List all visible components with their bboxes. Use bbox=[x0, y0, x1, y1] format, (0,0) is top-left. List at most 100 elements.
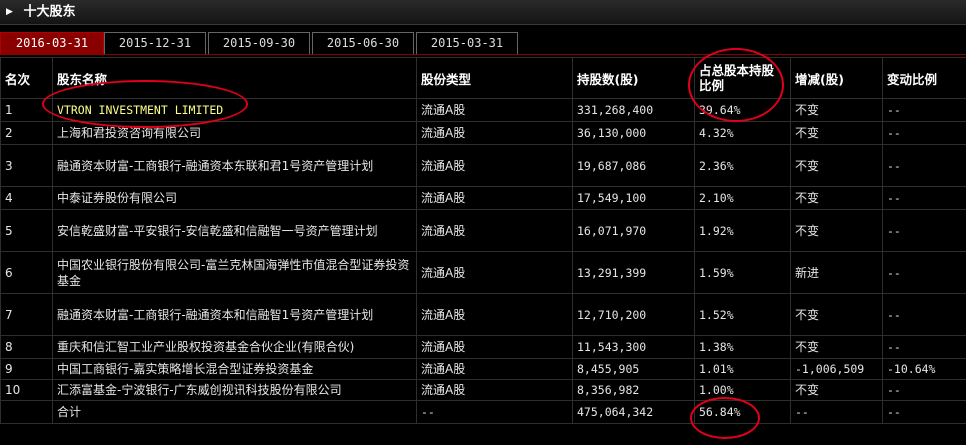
section-header[interactable]: ▶ 十大股东 bbox=[0, 0, 966, 25]
change-ratio-cell: -- bbox=[882, 209, 966, 252]
shares-cell: 19,687,086 bbox=[572, 144, 695, 187]
total-row: 合计 -- 475,064,342 56.84% -- -- bbox=[0, 400, 966, 424]
ratio-cell: 1.38% bbox=[694, 335, 791, 359]
table-row[interactable]: 5 安信乾盛财富-平安银行-安信乾盛和信融智一号资产管理计划 流通A股 16,0… bbox=[0, 209, 966, 252]
ratio-cell: 1.01% bbox=[694, 358, 791, 380]
tab-period-5[interactable]: 2015-03-31 bbox=[416, 32, 518, 54]
change-cell: 不变 bbox=[790, 209, 883, 252]
name-cell: 上海和君投资咨询有限公司 bbox=[52, 121, 417, 145]
change-cell: 不变 bbox=[790, 335, 883, 359]
table-row[interactable]: 8 重庆和信汇智工业产业股权投资基金合伙企业(有限合伙) 流通A股 11,543… bbox=[0, 335, 966, 359]
table-row[interactable]: 6 中国农业银行股份有限公司-富兰克林国海弹性市值混合型证券投资基金 流通A股 … bbox=[0, 251, 966, 294]
rank-cell: 1 bbox=[0, 98, 53, 122]
change-ratio-cell: -- bbox=[882, 335, 966, 359]
type-cell: 流通A股 bbox=[416, 209, 573, 252]
name-cell: 中国工商银行-嘉实策略增长混合型证券投资基金 bbox=[52, 358, 417, 380]
ratio-cell: 1.92% bbox=[694, 209, 791, 252]
col-header-type[interactable]: 股份类型 bbox=[416, 57, 573, 99]
ratio-cell: 1.52% bbox=[694, 293, 791, 336]
table-row[interactable]: 10 汇添富基金-宁波银行-广东威创视讯科技股份有限公司 流通A股 8,356,… bbox=[0, 379, 966, 401]
shares-cell: 8,455,905 bbox=[572, 358, 695, 380]
table-row[interactable]: 3 融通资本财富-工商银行-融通资本东联和君1号资产管理计划 流通A股 19,6… bbox=[0, 144, 966, 187]
rank-cell bbox=[0, 400, 53, 424]
rank-cell: 5 bbox=[0, 209, 53, 252]
name-cell: 重庆和信汇智工业产业股权投资基金合伙企业(有限合伙) bbox=[52, 335, 417, 359]
table-row[interactable]: 2 上海和君投资咨询有限公司 流通A股 36,130,000 4.32% 不变 … bbox=[0, 121, 966, 145]
change-ratio-cell: -- bbox=[882, 98, 966, 122]
change-ratio-cell: -- bbox=[882, 121, 966, 145]
rank-cell: 4 bbox=[0, 186, 53, 210]
change-cell: 不变 bbox=[790, 144, 883, 187]
shares-cell: 16,071,970 bbox=[572, 209, 695, 252]
table-row[interactable]: 7 融通资本财富-工商银行-融通资本和信融智1号资产管理计划 流通A股 12,7… bbox=[0, 293, 966, 336]
table-row[interactable]: 9 中国工商银行-嘉实策略增长混合型证券投资基金 流通A股 8,455,905 … bbox=[0, 358, 966, 380]
change-cell: 不变 bbox=[790, 121, 883, 145]
change-ratio-cell: -- bbox=[882, 186, 966, 210]
shares-cell: 13,291,399 bbox=[572, 251, 695, 294]
change-ratio-cell: -- bbox=[882, 144, 966, 187]
tab-period-1[interactable]: 2016-03-31 bbox=[0, 32, 104, 54]
col-header-change-ratio[interactable]: 变动比例 bbox=[882, 57, 966, 99]
col-header-shares[interactable]: 持股数(股) bbox=[572, 57, 695, 99]
col-header-rank[interactable]: 名次 bbox=[0, 57, 53, 99]
name-cell: 融通资本财富-工商银行-融通资本东联和君1号资产管理计划 bbox=[52, 144, 417, 187]
col-header-change[interactable]: 增减(股) bbox=[790, 57, 883, 99]
col-header-ratio[interactable]: 占总股本持股比例 bbox=[694, 57, 791, 99]
shares-cell: 8,356,982 bbox=[572, 379, 695, 401]
type-cell: 流通A股 bbox=[416, 358, 573, 380]
rank-cell: 6 bbox=[0, 251, 53, 294]
type-cell: 流通A股 bbox=[416, 121, 573, 145]
change-cell: 不变 bbox=[790, 186, 883, 210]
total-shares: 475,064,342 bbox=[572, 400, 695, 424]
change-ratio-cell: -10.64% bbox=[882, 358, 966, 380]
col-header-name[interactable]: 股东名称 bbox=[52, 57, 417, 99]
change-cell: 不变 bbox=[790, 98, 883, 122]
name-cell: VTRON INVESTMENT LIMITED bbox=[52, 98, 417, 122]
change-cell: -1,006,509 bbox=[790, 358, 883, 380]
shareholders-table: 名次 股东名称 股份类型 持股数(股) 占总股本持股比例 增减(股) 变动比例 … bbox=[0, 57, 966, 424]
rank-cell: 2 bbox=[0, 121, 53, 145]
shares-cell: 12,710,200 bbox=[572, 293, 695, 336]
type-cell: 流通A股 bbox=[416, 379, 573, 401]
change-cell: -- bbox=[790, 400, 883, 424]
type-cell: 流通A股 bbox=[416, 98, 573, 122]
name-cell: 汇添富基金-宁波银行-广东威创视讯科技股份有限公司 bbox=[52, 379, 417, 401]
ratio-cell: 2.36% bbox=[694, 144, 791, 187]
name-cell: 融通资本财富-工商银行-融通资本和信融智1号资产管理计划 bbox=[52, 293, 417, 336]
change-cell: 不变 bbox=[790, 293, 883, 336]
expand-triangle-icon: ▶ bbox=[6, 7, 13, 17]
rank-cell: 9 bbox=[0, 358, 53, 380]
table-row[interactable]: 1 VTRON INVESTMENT LIMITED 流通A股 331,268,… bbox=[0, 98, 966, 122]
type-cell: 流通A股 bbox=[416, 251, 573, 294]
change-ratio-cell: -- bbox=[882, 293, 966, 336]
type-cell: 流通A股 bbox=[416, 186, 573, 210]
ratio-cell: 1.00% bbox=[694, 379, 791, 401]
table-header-row: 名次 股东名称 股份类型 持股数(股) 占总股本持股比例 增减(股) 变动比例 bbox=[0, 57, 966, 99]
total-ratio: 56.84% bbox=[694, 400, 791, 424]
type-cell: -- bbox=[416, 400, 573, 424]
shares-cell: 331,268,400 bbox=[572, 98, 695, 122]
name-cell: 中国农业银行股份有限公司-富兰克林国海弹性市值混合型证券投资基金 bbox=[52, 251, 417, 294]
change-cell: 不变 bbox=[790, 379, 883, 401]
tab-period-4[interactable]: 2015-06-30 bbox=[312, 32, 414, 54]
type-cell: 流通A股 bbox=[416, 144, 573, 187]
change-ratio-cell: -- bbox=[882, 379, 966, 401]
section-title: 十大股东 bbox=[23, 4, 76, 20]
type-cell: 流通A股 bbox=[416, 293, 573, 336]
rank-cell: 3 bbox=[0, 144, 53, 187]
type-cell: 流通A股 bbox=[416, 335, 573, 359]
shares-cell: 11,543,300 bbox=[572, 335, 695, 359]
ratio-cell: 4.32% bbox=[694, 121, 791, 145]
change-cell: 新进 bbox=[790, 251, 883, 294]
ratio-cell: 1.59% bbox=[694, 251, 791, 294]
tab-period-2[interactable]: 2015-12-31 bbox=[104, 32, 206, 54]
shares-cell: 36,130,000 bbox=[572, 121, 695, 145]
rank-cell: 8 bbox=[0, 335, 53, 359]
table-row[interactable]: 4 中泰证券股份有限公司 流通A股 17,549,100 2.10% 不变 -- bbox=[0, 186, 966, 210]
rank-cell: 10 bbox=[0, 379, 53, 401]
period-tabs: 2016-03-31 2015-12-31 2015-09-30 2015-06… bbox=[0, 32, 966, 55]
ratio-cell: 39.64% bbox=[694, 98, 791, 122]
change-ratio-cell: -- bbox=[882, 251, 966, 294]
tab-period-3[interactable]: 2015-09-30 bbox=[208, 32, 310, 54]
name-cell: 安信乾盛财富-平安银行-安信乾盛和信融智一号资产管理计划 bbox=[52, 209, 417, 252]
